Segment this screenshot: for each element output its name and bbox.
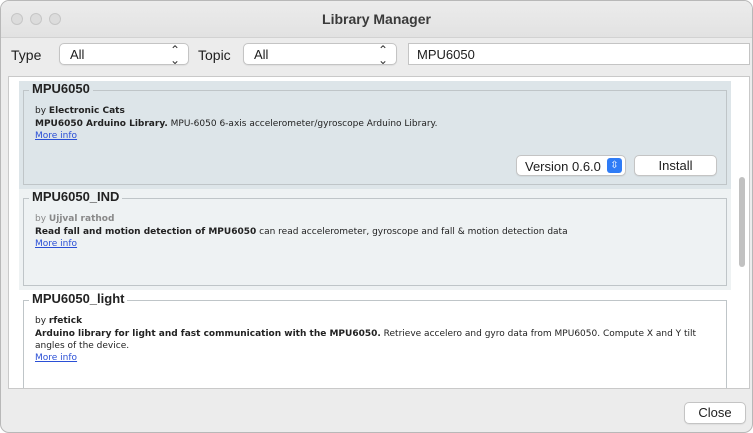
- author-prefix: by: [35, 214, 47, 224]
- type-label: Type: [11, 47, 42, 63]
- library-author: by Electronic Cats: [35, 106, 125, 116]
- author-prefix: by: [35, 316, 47, 326]
- vertical-scrollbar[interactable]: [735, 77, 749, 388]
- title-bar: Library Manager: [1, 1, 752, 38]
- filter-bar: Type All ⌃ ⌄ Topic All ⌃ ⌄: [1, 38, 752, 72]
- library-summary: MPU6050 Arduino Library.: [35, 119, 168, 129]
- author-prefix: by: [35, 106, 47, 116]
- library-manager-window: Library Manager Type All ⌃ ⌄ Topic All ⌃ ⌄…: [0, 0, 753, 433]
- library-name: MPU6050_IND: [29, 189, 123, 204]
- library-description: Read fall and motion detection of MPU605…: [35, 226, 701, 238]
- version-select[interactable]: Version 0.6.0 ⇳: [516, 155, 626, 176]
- library-entry-mpu6050-ind[interactable]: MPU6050_IND by Ujjval rathod Read fall a…: [19, 189, 731, 290]
- library-description: MPU6050 Arduino Library. MPU-6050 6-axis…: [35, 118, 701, 130]
- entry-border: [23, 198, 727, 286]
- library-description: Arduino library for light and fast commu…: [35, 328, 701, 352]
- more-info-link[interactable]: More info: [35, 131, 77, 141]
- more-info-link[interactable]: More info: [35, 353, 77, 363]
- search-input[interactable]: [408, 43, 750, 65]
- install-button[interactable]: Install: [634, 155, 717, 176]
- library-name: MPU6050_light: [29, 291, 128, 306]
- library-author: by Ujjval rathod: [35, 214, 114, 224]
- topic-label: Topic: [198, 47, 231, 63]
- topic-select-value: All: [254, 47, 269, 62]
- library-description-text: can read accelerometer, gyroscope and fa…: [259, 227, 568, 237]
- library-entry-mpu6050[interactable]: MPU6050 by Electronic Cats MPU6050 Ardui…: [19, 81, 731, 189]
- library-entry-mpu6050-light[interactable]: MPU6050_light by rfetick Arduino library…: [19, 291, 731, 388]
- library-summary: Arduino library for light and fast commu…: [35, 329, 381, 339]
- library-list[interactable]: MPU6050 by Electronic Cats MPU6050 Ardui…: [8, 76, 750, 389]
- updown-chevron-icon: ⌃ ⌄: [377, 43, 388, 67]
- library-summary: Read fall and motion detection of MPU605…: [35, 227, 257, 237]
- type-select-value: All: [70, 47, 85, 62]
- version-stepper-icon[interactable]: ⇳: [607, 158, 622, 173]
- close-button[interactable]: Close: [684, 402, 746, 424]
- scrollbar-thumb[interactable]: [739, 177, 745, 267]
- more-info-link[interactable]: More info: [35, 239, 77, 249]
- topic-select[interactable]: All ⌃ ⌄: [243, 43, 397, 67]
- updown-chevron-icon: ⌃ ⌄: [169, 43, 180, 67]
- version-value: Version 0.6.0: [525, 159, 601, 174]
- library-name: MPU6050: [29, 81, 93, 96]
- type-select[interactable]: All ⌃ ⌄: [59, 43, 189, 67]
- author-name: Ujjval rathod: [48, 214, 115, 224]
- author-name: rfetick: [48, 316, 83, 326]
- author-name: Electronic Cats: [48, 106, 125, 116]
- window-title: Library Manager: [322, 11, 431, 27]
- library-description-text: MPU-6050 6-axis accelerometer/gyroscope …: [170, 119, 438, 129]
- library-author: by rfetick: [35, 316, 82, 326]
